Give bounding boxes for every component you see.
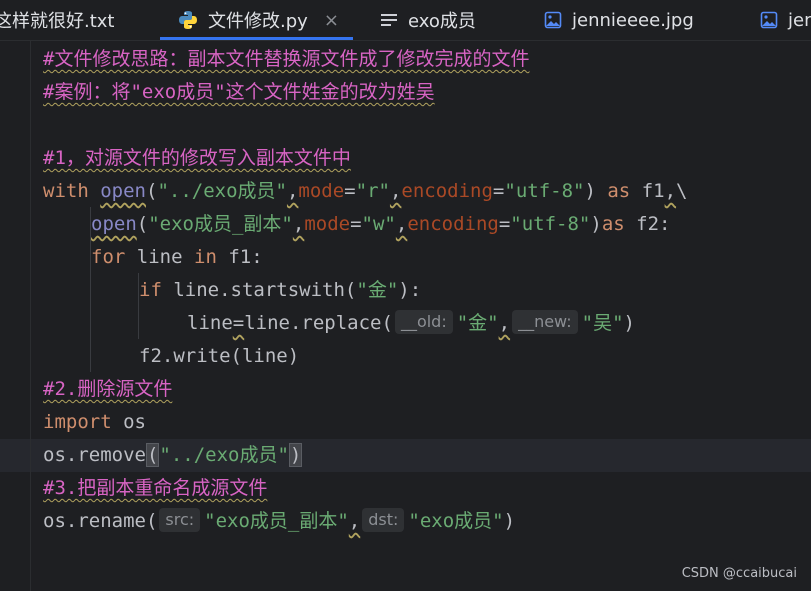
editor-tab-bar: 这样就很好.txt 文件修改.py × exo成员 jennieeee.jpg … (0, 0, 811, 41)
code-line-11: #2.删除源文件 (43, 378, 173, 400)
code-line-13: os.remove("../exo成员") (43, 443, 303, 467)
code-line-1: #文件修改思路：副本文件替换源文件成了修改完成的文件 (43, 48, 530, 70)
tab-exo-file[interactable]: exo成员 (380, 0, 476, 40)
code-line-4: #1，对源文件的修改写入副本文件中 (43, 147, 351, 169)
param-hint-new: __new: (512, 310, 578, 334)
param-hint-dst: dst: (362, 508, 405, 532)
watermark: CSDN @ccaibucai (681, 566, 797, 581)
tab-label: exo成员 (408, 11, 476, 32)
code-line-12: import os (43, 411, 146, 433)
tab-label: jennieeee.jpg (572, 9, 694, 31)
code-line-14: #3.把副本重命名成源文件 (43, 477, 268, 499)
code-line-9: line=line.replace(__old: "金", __new: "吴") (187, 310, 635, 334)
tab-label: jen (788, 9, 811, 31)
tab-label: 文件修改.py (208, 11, 308, 32)
tab-image-file-2[interactable]: jen (760, 0, 811, 40)
tab-label: 这样就很好.txt (0, 11, 115, 32)
text-lines-icon (380, 12, 398, 28)
code-line-15: os.rename(src: "exo成员_副本", dst: "exo成员") (43, 508, 516, 532)
param-hint-old: __old: (394, 310, 453, 334)
code-line-5: with open("../exo成员",mode="r",encoding="… (43, 180, 688, 202)
code-editor[interactable]: #文件修改思路：副本文件替换源文件成了修改完成的文件 #案例：将"exo成员"这… (0, 41, 811, 591)
python-icon (178, 10, 198, 30)
close-icon[interactable]: × (324, 10, 339, 31)
tab-image-file[interactable]: jennieeee.jpg (544, 0, 694, 40)
code-line-10: f2.write(line) (139, 345, 300, 367)
code-line-8: if line.startswith("金"): (139, 279, 422, 301)
ide-window: 这样就很好.txt 文件修改.py × exo成员 jennieeee.jpg … (0, 0, 811, 591)
code-line-6: open("exo成员_副本",mode="w",encoding="utf-8… (91, 213, 671, 235)
tab-python-file[interactable]: 文件修改.py × (160, 0, 353, 40)
param-hint-src: src: (159, 508, 201, 532)
tab-txt-file[interactable]: 这样就很好.txt (0, 0, 115, 40)
image-icon (760, 11, 778, 29)
image-icon (544, 11, 562, 29)
gutter-divider (30, 41, 31, 591)
code-line-7: for line in f1: (91, 246, 263, 268)
code-line-2: #案例：将"exo成员"这个文件姓金的改为姓吴 (43, 81, 435, 103)
